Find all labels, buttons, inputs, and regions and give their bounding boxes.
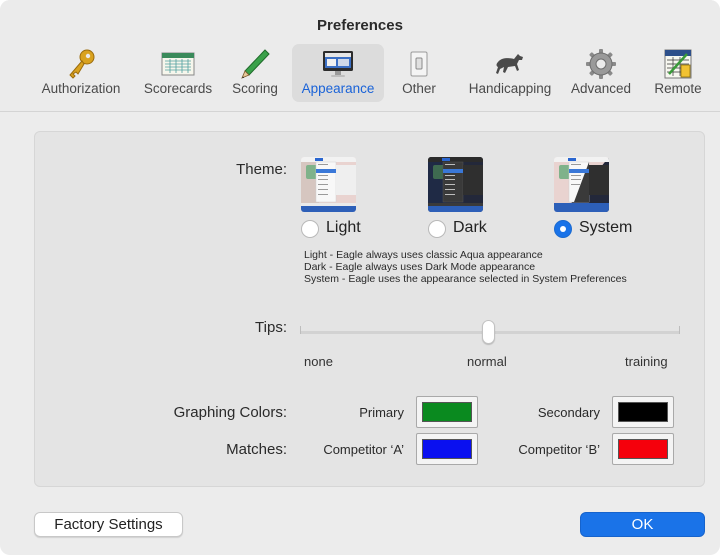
competitor-b-color-swatch bbox=[618, 439, 668, 459]
pencil-icon bbox=[241, 49, 270, 79]
theme-description-line: System - Eagle uses the appearance selec… bbox=[304, 273, 627, 285]
tips-label: Tips: bbox=[255, 319, 287, 336]
radio-label: Dark bbox=[453, 219, 487, 236]
window-title: Preferences bbox=[317, 17, 403, 34]
preferences-window: Preferences Authorization Scorecards Sco… bbox=[0, 0, 720, 555]
theme-description-line: Dark - Eagle always uses Dark Mode appea… bbox=[304, 261, 536, 273]
tab-other[interactable]: Other bbox=[392, 44, 446, 102]
tab-authorization[interactable]: Authorization bbox=[28, 44, 134, 102]
secondary-color-swatch bbox=[618, 402, 668, 422]
switch-icon bbox=[410, 51, 428, 77]
theme-label: Theme: bbox=[236, 161, 287, 178]
tab-label: Scoring bbox=[232, 81, 278, 96]
horse-icon bbox=[496, 54, 523, 74]
tab-scorecards[interactable]: Scorecards bbox=[138, 44, 218, 102]
radio-label: System bbox=[579, 219, 633, 236]
matches-label: Matches: bbox=[226, 441, 287, 458]
competitor-a-color-well[interactable] bbox=[416, 433, 478, 465]
tab-label: Other bbox=[402, 81, 436, 96]
monitor-icon bbox=[323, 51, 353, 77]
gear-icon bbox=[586, 49, 616, 79]
tips-slider-knob[interactable] bbox=[482, 320, 495, 344]
primary-color-well[interactable] bbox=[416, 396, 478, 428]
key-icon bbox=[69, 49, 95, 79]
tab-label: Scorecards bbox=[143, 81, 213, 96]
tips-stop-none: none bbox=[304, 354, 333, 369]
slider-tick bbox=[679, 326, 680, 334]
competitor-a-label: Competitor ‘A’ bbox=[323, 442, 404, 457]
primary-color-label: Primary bbox=[359, 405, 404, 420]
radio-button[interactable] bbox=[554, 220, 572, 238]
system-theme-thumbnail[interactable] bbox=[554, 157, 609, 212]
radio-label: Light bbox=[326, 219, 361, 236]
graphing-colors-label: Graphing Colors: bbox=[173, 404, 287, 421]
tab-handicapping[interactable]: Handicapping bbox=[458, 44, 562, 102]
tab-remote[interactable]: Remote bbox=[646, 44, 710, 102]
tips-stop-training: training bbox=[625, 354, 668, 369]
title-bar: Preferences Authorization Scorecards Sco… bbox=[0, 0, 720, 112]
secondary-color-well[interactable] bbox=[612, 396, 674, 428]
radio-button[interactable] bbox=[301, 220, 319, 238]
ok-button[interactable]: OK bbox=[580, 512, 705, 537]
radio-button[interactable] bbox=[428, 220, 446, 238]
tab-appearance[interactable]: Appearance bbox=[292, 44, 384, 102]
tab-label: Advanced bbox=[570, 81, 632, 96]
tab-scoring[interactable]: Scoring bbox=[224, 44, 286, 102]
primary-color-swatch bbox=[422, 402, 472, 422]
tab-label: Authorization bbox=[41, 81, 121, 96]
theme-description: Light - Eagle always uses classic Aqua a… bbox=[304, 249, 627, 285]
remote-scorecard-icon bbox=[664, 49, 692, 79]
secondary-color-label: Secondary bbox=[537, 405, 600, 420]
competitor-b-label: Competitor ‘B’ bbox=[518, 442, 600, 457]
dark-theme-thumbnail[interactable] bbox=[428, 157, 483, 212]
competitor-b-color-well[interactable] bbox=[612, 433, 674, 465]
competitor-a-color-swatch bbox=[422, 439, 472, 459]
tab-advanced[interactable]: Advanced bbox=[564, 44, 638, 102]
factory-settings-button[interactable]: Factory Settings bbox=[34, 512, 183, 537]
tab-label: Handicapping bbox=[468, 81, 552, 96]
light-theme-thumbnail[interactable] bbox=[301, 157, 356, 212]
slider-tick bbox=[300, 326, 301, 334]
scorecard-icon bbox=[161, 52, 195, 76]
tab-label: Appearance bbox=[301, 81, 375, 96]
theme-description-line: Light - Eagle always uses classic Aqua a… bbox=[304, 249, 543, 261]
tips-stop-normal: normal bbox=[467, 354, 507, 369]
tab-label: Remote bbox=[654, 81, 702, 96]
